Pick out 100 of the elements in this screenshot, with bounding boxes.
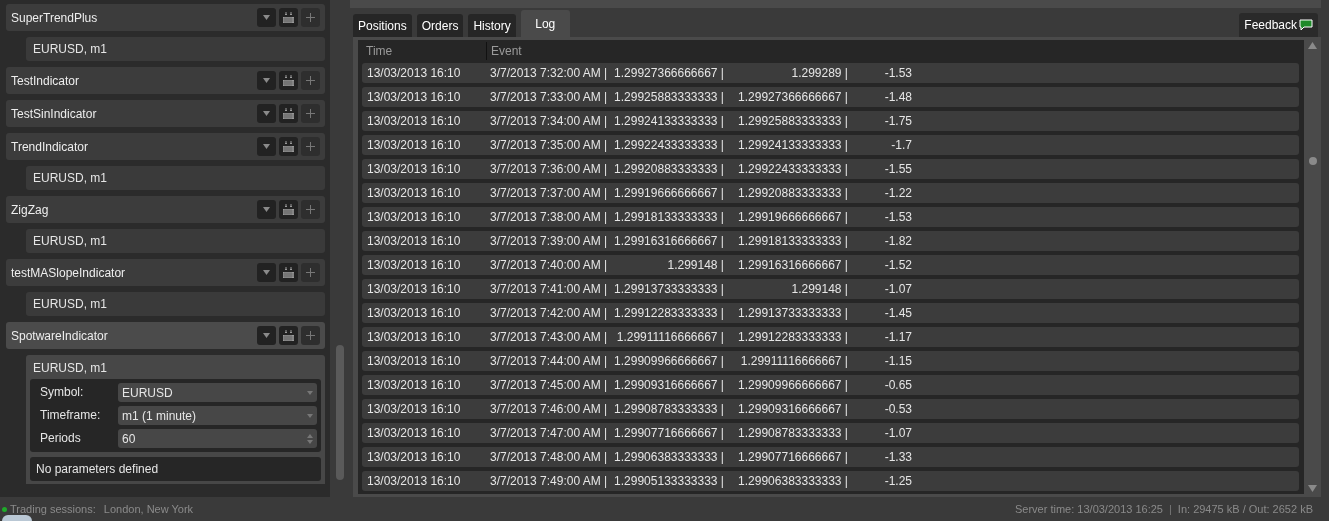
sessions-value: London, New York [103,501,194,517]
event-cell-text: 1.29920883333333 | [613,161,724,178]
add-button[interactable] [301,137,320,156]
log-row[interactable]: 13/03/2013 16:10 3/7/2013 7:49:00 AM | 1.29905133333333 | 1.29906383333333 | -1.25 [362,471,1299,491]
log-row[interactable]: 13/03/2013 16:10 3/7/2013 7:42:00 AM | 1.29912283333333 | 1.29913733333333 | -1.45 [362,303,1299,323]
event-cell-text: 1.29908783333333 | [737,425,848,442]
indicator-name: TestSinIndicator [11,105,98,123]
chart-add-button[interactable] [279,104,298,123]
tab[interactable]: Log [520,10,570,37]
column-header[interactable]: Time [362,42,487,60]
log-row[interactable]: 13/03/2013 16:10 3/7/2013 7:46:00 AM | 1.29908783333333 | 1.29909316666667 | -0.53 [362,399,1299,419]
log-row[interactable]: 13/03/2013 16:10 3/7/2013 7:43:00 AM | 1.29911116666667 | 1.29912283333333 | -1.17 [362,327,1299,347]
log-row[interactable]: 13/03/2013 16:10 3/7/2013 7:35:00 AM | 1.29922433333333 | 1.29924133333333 | -1.7 [362,135,1299,155]
time-cell-text: 13/03/2013 16:10 [367,161,462,178]
event-cell-text: 1.29911116666667 | [615,329,724,346]
log-row[interactable]: 13/03/2013 16:10 3/7/2013 7:32:00 AM | 1.29927366666667 | 1.299289 | -1.53 [362,63,1299,83]
indicator-name: SpotwareIndicator [11,327,109,345]
event-cell-text: 3/7/2013 7:38:00 AM | [490,209,608,226]
indicator-header[interactable]: TestIndicator [6,67,325,94]
add-button[interactable] [301,200,320,219]
tab[interactable]: Positions [353,14,412,37]
time-cell-text: 13/03/2013 16:10 [367,353,462,370]
log-row[interactable]: 13/03/2013 16:10 3/7/2013 7:44:00 AM | 1.29909966666667 | 1.29911116666667 | -1.15 [362,351,1299,371]
caret-icon [263,270,270,275]
scroll-up-icon[interactable] [1308,42,1317,49]
event-cell-text: 1.29919666666667 | [613,185,724,202]
scroll-down-icon[interactable] [1308,485,1317,492]
chart-add-button[interactable] [279,8,298,27]
event-cell-text: 1.29927366666667 | [613,65,724,82]
instance-item[interactable]: EURUSD, m1 [26,166,325,190]
event-cell-text: 1.29925883333333 | [737,113,848,130]
chart-add-button[interactable] [279,326,298,345]
instance-item[interactable]: EURUSD, m1 [26,37,325,61]
instance-item[interactable]: EURUSD, m1 [26,229,325,253]
event-cell-text: 3/7/2013 7:34:00 AM | [490,113,608,130]
log-row[interactable]: 13/03/2013 16:10 3/7/2013 7:36:00 AM | 1.29920883333333 | 1.29922433333333 | -1.55 [362,159,1299,179]
event-cell-text: -1.22 [883,185,912,202]
time-cell-text: 13/03/2013 16:10 [367,401,462,418]
log-row[interactable]: 13/03/2013 16:10 3/7/2013 7:34:00 AM | 1.29924133333333 | 1.29925883333333 | -1.75 [362,111,1299,131]
indicator-header[interactable]: TestSinIndicator [6,100,325,127]
log-row[interactable]: 13/03/2013 16:10 3/7/2013 7:38:00 AM | 1.29918133333333 | 1.29919666666667 | -1.53 [362,207,1299,227]
log-row[interactable]: 13/03/2013 16:10 3/7/2013 7:40:00 AM | 1.299148 | 1.29916316666667 | -1.52 [362,255,1299,275]
time-cell-text: 13/03/2013 16:10 [367,281,462,298]
dropdown-field[interactable]: EURUSD [118,383,317,402]
caret-icon [307,390,313,395]
add-button[interactable] [301,263,320,282]
event-cell-text: 1.29918133333333 | [613,209,724,226]
event-cell-text: 1.29927366666667 | [737,89,848,106]
add-button[interactable] [301,71,320,90]
dropdown-button[interactable] [257,8,276,27]
add-button[interactable] [301,8,320,27]
plus-icon [306,268,315,277]
time-cell-text: 13/03/2013 16:10 [367,473,462,490]
indicator-header[interactable]: SpotwareIndicator [6,322,325,349]
dropdown-field[interactable]: m1 (1 minute) [118,406,317,425]
tab[interactable]: History [468,14,516,37]
feedback-button[interactable]: Feedback [1239,13,1318,37]
instance-item[interactable]: EURUSD, m1 [26,292,325,316]
event-cell-text: 1.29925883333333 | [613,89,724,106]
log-row[interactable]: 13/03/2013 16:10 3/7/2013 7:33:00 AM | 1.29925883333333 | 1.29927366666667 | -1.48 [362,87,1299,107]
log-row[interactable]: 13/03/2013 16:10 3/7/2013 7:48:00 AM | 1.29906383333333 | 1.29907716666667 | -1.33 [362,447,1299,467]
indicator-name: TestIndicator [11,72,81,90]
indicator-header[interactable]: SuperTrendPlus [6,4,325,31]
event-cell-text: 1.29922433333333 | [613,137,724,154]
dropdown-button[interactable] [257,104,276,123]
log-row[interactable]: 13/03/2013 16:10 3/7/2013 7:41:00 AM | 1.29913733333333 | 1.299148 | -1.07 [362,279,1299,299]
dropdown-button[interactable] [257,326,276,345]
event-cell-text: 1.29924133333333 | [737,137,848,154]
event-cell-text: 1.29907716666667 | [737,449,848,466]
dropdown-button[interactable] [257,137,276,156]
indicator-header[interactable]: testMASlopeIndicator [6,259,325,286]
indicator-header[interactable]: TrendIndicator [6,133,325,160]
time-cell-text: 13/03/2013 16:10 [367,377,462,394]
chart-add-button[interactable] [279,263,298,282]
event-cell-text: -1.07 [883,281,912,298]
event-cell-text: 3/7/2013 7:46:00 AM | [490,401,608,418]
dropdown-button[interactable] [257,71,276,90]
event-cell-text: 3/7/2013 7:41:00 AM | [490,281,608,298]
log-row[interactable]: 13/03/2013 16:10 3/7/2013 7:47:00 AM | 1.29907716666667 | 1.29908783333333 | -1.07 [362,423,1299,443]
scrollbar-thumb[interactable] [1308,157,1317,165]
indicator-header[interactable]: ZigZag [6,196,325,223]
log-row[interactable]: 13/03/2013 16:10 3/7/2013 7:45:00 AM | 1.29909316666667 | 1.29909966666667 | -0.65 [362,375,1299,395]
dropdown-button[interactable] [257,263,276,282]
chart-add-button[interactable] [279,71,298,90]
event-cell-text: 1.29911116666667 | [739,353,848,370]
spinner-arrows-icon [307,433,313,444]
log-row[interactable]: 13/03/2013 16:10 3/7/2013 7:39:00 AM | 1.29916316666667 | 1.29918133333333 | -1.82 [362,231,1299,251]
column-header[interactable]: Event [487,42,522,60]
add-button[interactable] [301,104,320,123]
sessions-label: Trading sessions: [10,501,96,517]
event-cell-text: 1.29909316666667 | [737,401,848,418]
scrollbar-thumb[interactable] [336,345,344,480]
add-button[interactable] [301,326,320,345]
log-row[interactable]: 13/03/2013 16:10 3/7/2013 7:37:00 AM | 1.29919666666667 | 1.29920883333333 | -1.22 [362,183,1299,203]
tab[interactable]: Orders [416,14,464,37]
time-cell-text: 13/03/2013 16:10 [367,185,462,202]
dropdown-button[interactable] [257,200,276,219]
chart-add-button[interactable] [279,200,298,219]
spinner-field[interactable]: 60 [118,429,317,448]
chart-add-button[interactable] [279,137,298,156]
